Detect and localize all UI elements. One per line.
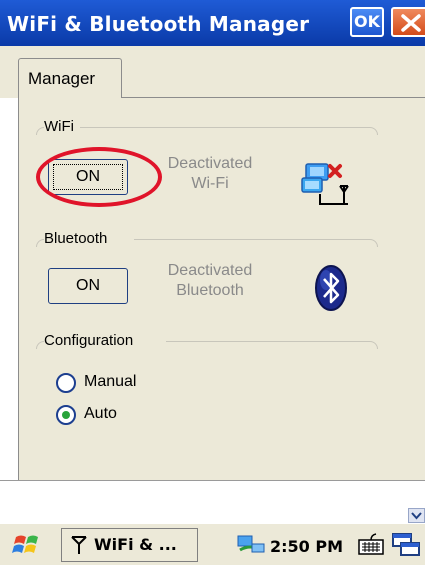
input-panel-arrow[interactable] <box>408 508 425 523</box>
tab-manager[interactable]: Manager <box>18 58 122 98</box>
bluetooth-status-line2: Bluetooth <box>176 282 244 299</box>
bluetooth-group-divider <box>134 239 378 247</box>
wifi-status: Deactivated Wi-Fi <box>150 154 270 194</box>
radio-manual-label: Manual <box>84 373 137 390</box>
switch-window-icon[interactable] <box>392 532 425 558</box>
close-icon <box>401 14 421 32</box>
close-button[interactable] <box>391 7 425 37</box>
taskbar-task-label: WiFi & ... <box>94 535 177 554</box>
bluetooth-status: Deactivated Bluetooth <box>150 261 270 301</box>
window-title: WiFi & Bluetooth Manager <box>7 12 310 36</box>
bluetooth-status-line1: Deactivated <box>167 262 253 279</box>
taskbar-task-wifi[interactable]: WiFi & ... <box>61 528 198 562</box>
keyboard-icon[interactable] <box>358 532 384 556</box>
wifi-group-divider <box>80 127 378 135</box>
bluetooth-on-button[interactable]: ON <box>48 268 128 304</box>
wifi-network-disconnected-icon <box>301 163 349 205</box>
wifi-status-line1: Deactivated <box>167 155 253 172</box>
taskbar: WiFi & ... 2:50 PM <box>0 523 425 565</box>
wifi-status-line2: Wi-Fi <box>191 175 229 192</box>
taskbar-clock[interactable]: 2:50 PM <box>270 537 343 556</box>
chevron-down-icon <box>411 512 422 520</box>
bluetooth-group-label: Bluetooth <box>44 230 112 247</box>
wifi-group-label: WiFi <box>44 118 78 135</box>
radio-auto-label: Auto <box>84 405 117 422</box>
ok-button[interactable]: OK <box>350 7 384 37</box>
configuration-group-label: Configuration <box>44 332 138 349</box>
windows-start-icon[interactable] <box>12 531 42 559</box>
antenna-icon <box>71 536 87 554</box>
input-panel-bar <box>0 480 425 519</box>
network-connection-icon[interactable] <box>236 534 266 556</box>
radio-auto-circle[interactable] <box>56 405 76 425</box>
configuration-group-divider <box>166 341 378 349</box>
title-bar: WiFi & Bluetooth Manager OK <box>0 0 425 46</box>
highlight-circle <box>36 147 162 207</box>
bluetooth-icon <box>315 265 347 311</box>
radio-manual-circle[interactable] <box>56 373 76 393</box>
